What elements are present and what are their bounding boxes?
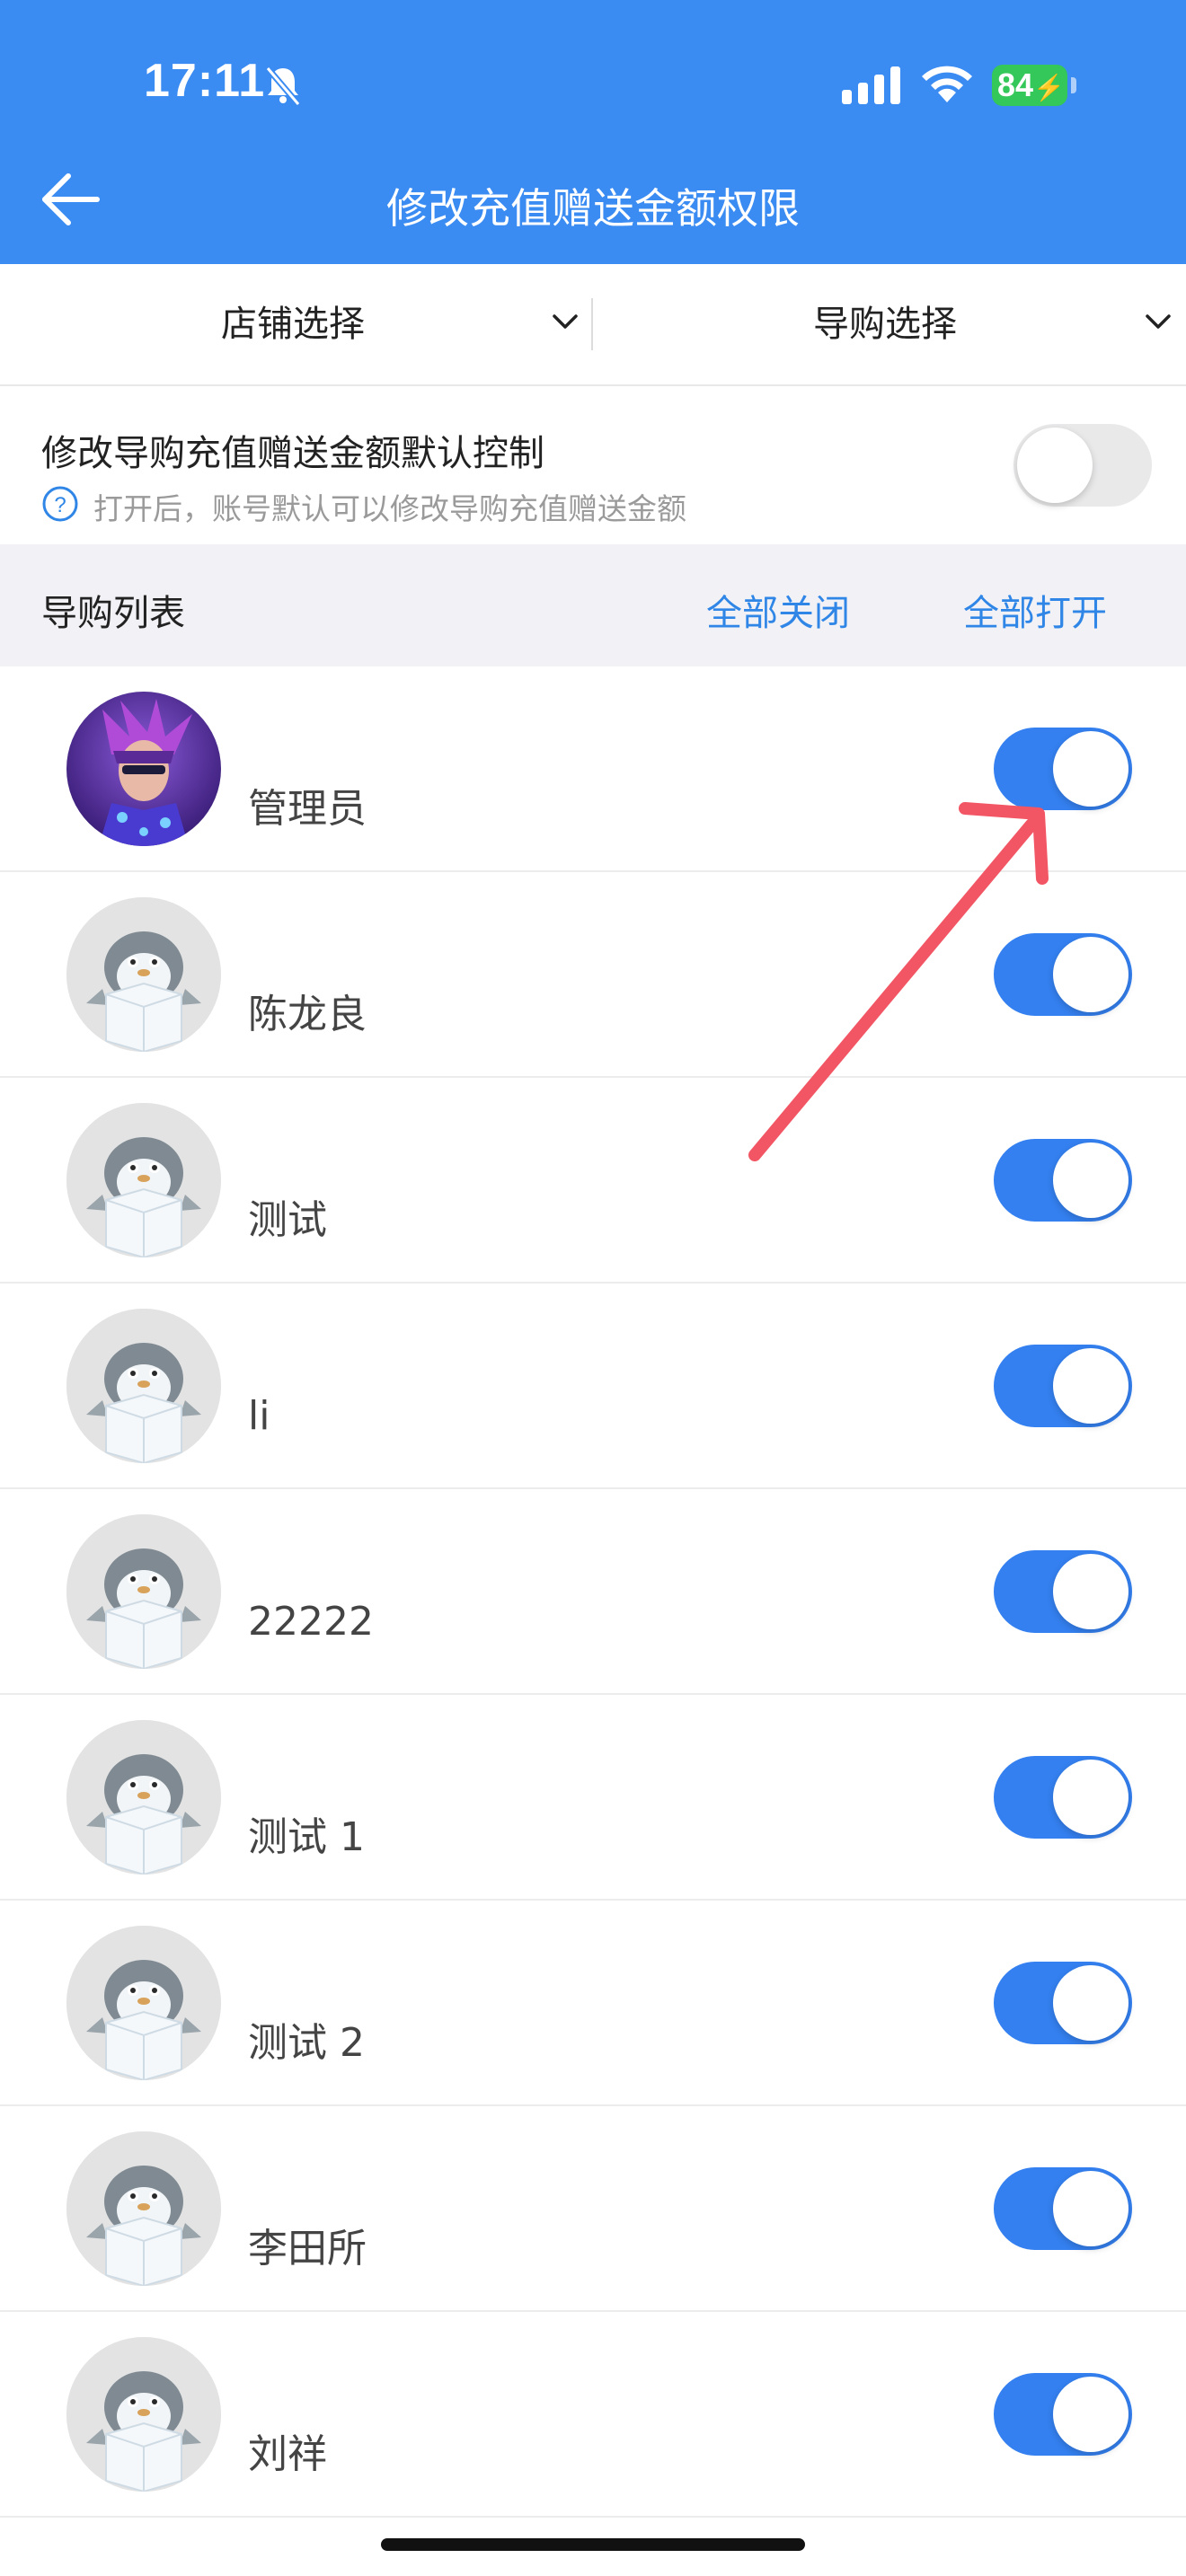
guide-permission-toggle[interactable] — [994, 1550, 1132, 1633]
bell-muted-icon — [265, 66, 301, 107]
guide-row: 测试 2 — [0, 1901, 1186, 2106]
toggle-knob — [1053, 2171, 1128, 2246]
penguin-avatar — [66, 1514, 221, 1669]
toggle-knob — [1053, 937, 1128, 1012]
setting-hint: 打开后，账号默认可以修改导购充值赠送金额 — [93, 491, 686, 526]
svg-text:?: ? — [54, 493, 66, 517]
default-control-setting: 修改导购充值赠送金额默认控制 ? 打开后，账号默认可以修改导购充值赠送金额 — [0, 386, 1186, 544]
toggle-knob — [1053, 1348, 1128, 1424]
page-title: 修改充值赠送金额权限 — [386, 184, 800, 233]
status-time: 17:11 — [144, 55, 266, 107]
guide-row: 陈龙良 — [0, 872, 1186, 1078]
guide-name: 刘祥 — [248, 2431, 327, 2477]
setting-title: 修改导购充值赠送金额默认控制 — [41, 433, 544, 474]
guide-name: 陈龙良 — [248, 992, 367, 1037]
guide-row: 李田所 — [0, 2106, 1186, 2312]
guide-name: 22222 — [248, 1599, 374, 1645]
home-indicator — [381, 2538, 805, 2551]
guide-permission-toggle[interactable] — [994, 1756, 1132, 1839]
guide-permission-toggle[interactable] — [994, 728, 1132, 810]
battery-cap — [1071, 77, 1076, 93]
filter-divider — [591, 298, 593, 350]
penguin-avatar — [66, 1926, 221, 2080]
app-header: 17:11 84⚡ 修改充值赠送金额权限 — [0, 0, 1186, 264]
battery-icon: 84⚡ — [992, 65, 1067, 106]
penguin-avatar — [66, 1103, 221, 1257]
guide-permission-toggle[interactable] — [994, 1962, 1132, 2044]
guide-list-title: 导购列表 — [41, 593, 185, 634]
penguin-avatar — [66, 2131, 221, 2286]
wifi-icon — [922, 66, 972, 102]
guide-permission-toggle[interactable] — [994, 2167, 1132, 2250]
help-icon[interactable]: ? — [41, 485, 79, 523]
toggle-knob — [1053, 731, 1128, 807]
toggle-knob — [1053, 1142, 1128, 1218]
guide-name: li — [248, 1393, 270, 1439]
penguin-avatar — [66, 2337, 221, 2492]
guide-name: 测试 — [248, 1197, 327, 1243]
guide-row: 测试 1 — [0, 1695, 1186, 1901]
penguin-avatar — [66, 1309, 221, 1463]
guide-name: 李田所 — [248, 2226, 367, 2272]
penguin-avatar — [66, 897, 221, 1052]
guide-row: li — [0, 1284, 1186, 1489]
guide-permission-toggle[interactable] — [994, 1139, 1132, 1222]
store-select[interactable]: 店铺选择 — [221, 264, 365, 384]
chevron-down-icon[interactable] — [552, 311, 579, 332]
guide-row: 管理员 — [0, 666, 1186, 872]
chevron-down-icon[interactable] — [1145, 311, 1172, 332]
guide-name: 管理员 — [248, 786, 367, 832]
guide-list-header: 导购列表 全部关闭 全部打开 — [0, 544, 1186, 666]
character-avatar — [66, 692, 221, 846]
filter-bar: 店铺选择 导购选择 — [0, 264, 1186, 386]
guide-row: 22222 — [0, 1489, 1186, 1695]
guide-permission-toggle[interactable] — [994, 2373, 1132, 2456]
toggle-knob — [1053, 1965, 1128, 2041]
guide-row: 刘祥 — [0, 2312, 1186, 2518]
guide-name: 测试 2 — [248, 2020, 365, 2066]
guide-select[interactable]: 导购选择 — [813, 264, 957, 384]
guide-row: 测试 — [0, 1078, 1186, 1284]
penguin-avatar — [66, 1720, 221, 1875]
toggle-knob — [1053, 1554, 1128, 1629]
toggle-knob — [1017, 428, 1093, 503]
guide-permission-toggle[interactable] — [994, 933, 1132, 1016]
close-all-button[interactable]: 全部关闭 — [706, 584, 850, 636]
guide-permission-toggle[interactable] — [994, 1345, 1132, 1427]
open-all-button[interactable]: 全部打开 — [963, 584, 1107, 636]
guide-name: 测试 1 — [248, 1814, 365, 1860]
toggle-knob — [1053, 2377, 1128, 2452]
guide-list: 管理员 陈龙良 测试 li 22222 测试 1 测试 2 李田所 刘祥 — [0, 666, 1186, 2518]
default-control-toggle[interactable] — [1013, 424, 1152, 507]
toggle-knob — [1053, 1760, 1128, 1835]
battery-level: 84 — [997, 66, 1034, 103]
cellular-signal-icon — [842, 66, 900, 104]
